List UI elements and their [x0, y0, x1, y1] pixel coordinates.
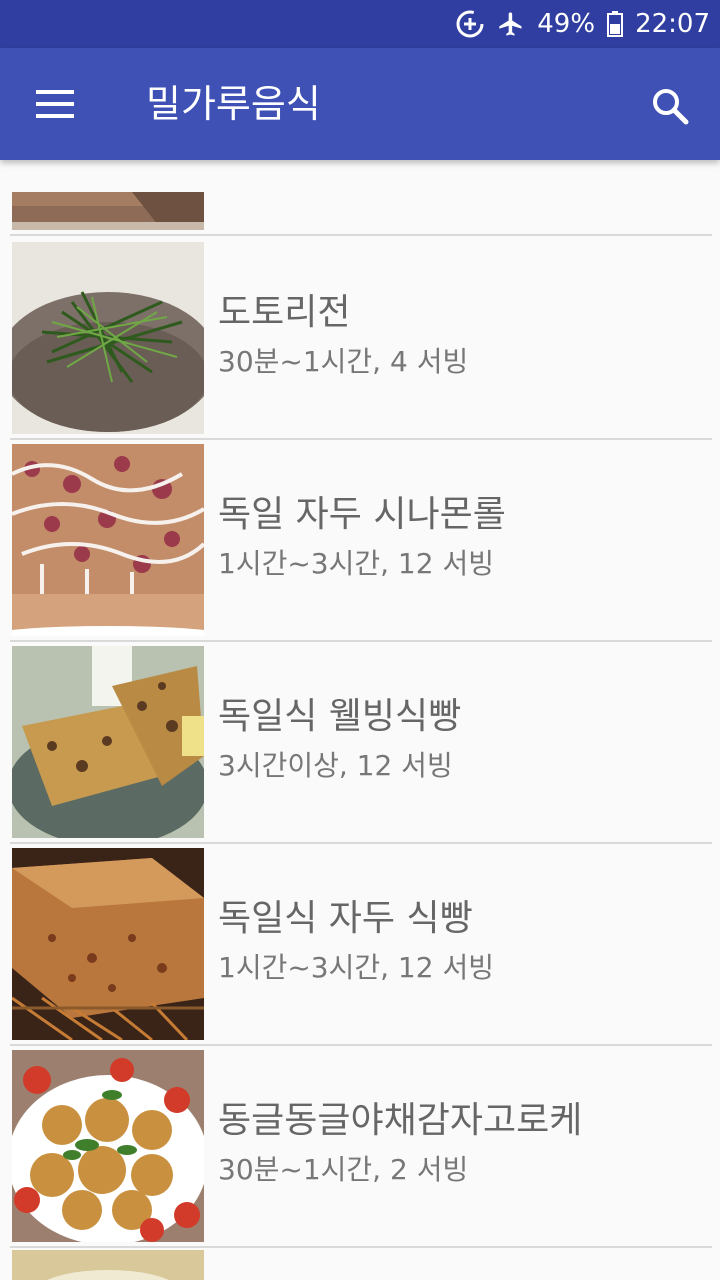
recipe-thumbnail [12, 646, 204, 838]
search-icon [653, 89, 689, 125]
battery-icon [607, 11, 624, 37]
status-icons: 49% 22:07 [455, 0, 710, 48]
battery-percent: 49% [537, 9, 596, 39]
recipe-title: 도토리전 [218, 292, 351, 333]
page-title: 밀가루음식 [146, 82, 321, 126]
recipe-thumbnail [12, 242, 204, 434]
recipe-info: 30분~1시간, 2 서빙 [218, 1153, 469, 1186]
search-button[interactable] [642, 78, 698, 134]
recipe-title: 독일식 웰빙식빵 [218, 696, 462, 737]
list-item-partial-top[interactable] [10, 160, 712, 236]
recipe-list[interactable]: 도토리전 30분~1시간, 4 서빙 독일 자두 시나몬롤 1시간~3시간, 1… [0, 160, 720, 1280]
recipe-thumbnail [12, 1050, 204, 1242]
list-item-partial-bottom[interactable] [10, 1250, 712, 1280]
recipe-info: 30분~1시간, 4 서빙 [218, 345, 469, 378]
app-bar: 밀가루음식 [0, 48, 720, 160]
recipe-title: 독일식 자두 식빵 [218, 898, 473, 939]
data-saver-icon [455, 9, 485, 39]
recipe-thumbnail [12, 444, 204, 636]
airplane-mode-icon [497, 10, 525, 38]
clock: 22:07 [635, 9, 710, 39]
menu-button[interactable] [28, 80, 84, 128]
recipe-info: 1시간~3시간, 12 서빙 [218, 951, 494, 984]
list-item[interactable]: 독일 자두 시나몬롤 1시간~3시간, 12 서빙 [10, 440, 712, 642]
status-bar: 49% 22:07 [0, 0, 720, 48]
recipe-title: 독일 자두 시나몬롤 [218, 494, 506, 535]
list-item[interactable]: 독일식 웰빙식빵 3시간이상, 12 서빙 [10, 642, 712, 844]
recipe-info: 1시간~3시간, 12 서빙 [218, 547, 494, 580]
list-item[interactable]: 독일식 자두 식빵 1시간~3시간, 12 서빙 [10, 844, 712, 1046]
list-item[interactable]: 도토리전 30분~1시간, 4 서빙 [10, 238, 712, 440]
recipe-title: 동글동글야채감자고로케 [218, 1100, 583, 1141]
recipe-info: 3시간이상, 12 서빙 [218, 749, 453, 782]
list-item[interactable]: 동글동글야채감자고로케 30분~1시간, 2 서빙 [10, 1046, 712, 1248]
recipe-thumbnail [12, 848, 204, 1040]
recipe-thumbnail [12, 1250, 204, 1280]
recipe-thumbnail [12, 192, 204, 230]
hamburger-menu-icon [36, 90, 74, 118]
